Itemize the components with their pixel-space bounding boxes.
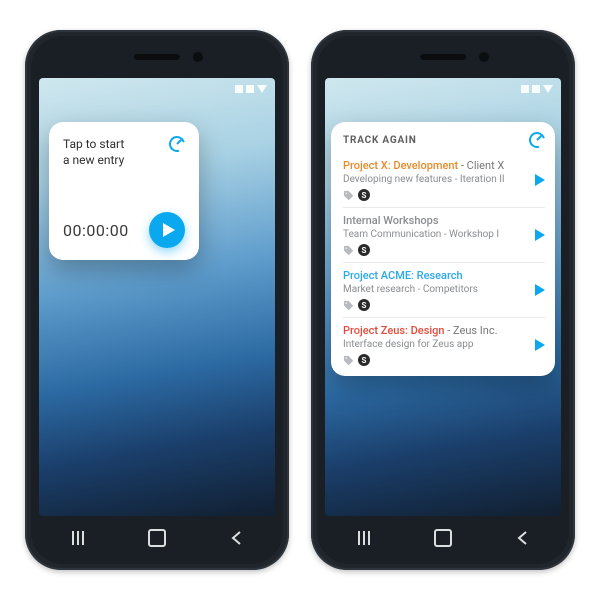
phone-camera [479,52,489,62]
android-navbar [325,522,561,554]
entry-title: Project Zeus: Design - Zeus Inc. [343,324,523,337]
status-icon [521,85,529,93]
phone-camera [193,52,203,62]
nav-home-button[interactable] [137,526,177,550]
nav-back-button[interactable] [502,526,542,550]
entry-description: Market research - Competitors [343,284,523,295]
widget-title: TRACK AGAIN [343,135,417,146]
billable-icon: S [358,354,370,366]
entry-description: Team Communication - Workshop I [343,229,523,240]
entry-play-icon[interactable] [535,229,545,241]
android-navbar [39,522,275,554]
nav-home-button[interactable] [423,526,463,550]
entry-project: Project ACME: Research [343,269,463,282]
entry-client: - Zeus Inc. [445,324,498,337]
tag-icon [343,300,354,311]
entry-row[interactable]: Project Zeus: Design - Zeus Inc. Interfac… [343,317,545,372]
status-icon [246,85,254,93]
status-icon [235,85,243,93]
entry-play-icon[interactable] [535,339,545,351]
tag-icon [343,245,354,256]
status-icon [257,85,267,93]
entry-project: Internal Workshops [343,214,439,227]
entry-title: Internal Workshops [343,214,523,227]
phone-speaker [420,54,466,60]
entry-title: Project ACME: Research [343,269,523,282]
prompt-line: Tap to start [63,136,124,152]
phone-left: Tap to start a new entry 00:00:00 [25,30,289,570]
stage: Tap to start a new entry 00:00:00 [0,0,600,600]
status-icon [532,85,540,93]
start-timer-button[interactable] [149,212,185,248]
clockify-logo-icon [169,136,185,152]
status-icon [543,85,553,93]
billable-icon: S [358,189,370,201]
entry-row[interactable]: Project X: Development - Client X Develop… [343,152,545,207]
entry-icons: S [343,299,523,311]
timer-widget[interactable]: Tap to start a new entry 00:00:00 [49,122,199,260]
clockify-logo-icon [529,132,545,148]
entry-play-icon[interactable] [535,174,545,186]
entry-title: Project X: Development - Client X [343,159,523,172]
entry-row[interactable]: Project ACME: Research Market research - … [343,262,545,317]
status-bar [325,78,561,100]
play-icon [163,223,175,237]
phone-screen: TRACK AGAIN Project X: Development - Cli… [325,78,561,516]
entry-project: Project Zeus: Design [343,324,445,337]
entry-description: Interface design for Zeus app [343,339,523,350]
tag-icon [343,190,354,201]
tag-icon [343,355,354,366]
entry-client: - Client X [458,159,504,172]
entry-project: Project X: Development [343,159,458,172]
track-again-widget: TRACK AGAIN Project X: Development - Cli… [331,122,555,376]
entry-row[interactable]: Internal Workshops Team Communication - W… [343,207,545,262]
nav-recent-button[interactable] [344,526,384,550]
phone-right: TRACK AGAIN Project X: Development - Cli… [311,30,575,570]
nav-back-button[interactable] [216,526,256,550]
widget-prompt: Tap to start a new entry [63,136,124,168]
entry-play-icon[interactable] [535,284,545,296]
prompt-line: a new entry [63,152,124,168]
status-bar [39,78,275,100]
phone-screen: Tap to start a new entry 00:00:00 [39,78,275,516]
entry-icons: S [343,354,523,366]
entry-description: Developing new features - Iteration II [343,174,523,185]
phone-speaker [134,54,180,60]
billable-icon: S [358,299,370,311]
billable-icon: S [358,244,370,256]
entries-list: Project X: Development - Client X Develop… [343,152,545,372]
timer-display: 00:00:00 [63,221,129,240]
entry-icons: S [343,189,523,201]
nav-recent-button[interactable] [58,526,98,550]
entry-icons: S [343,244,523,256]
